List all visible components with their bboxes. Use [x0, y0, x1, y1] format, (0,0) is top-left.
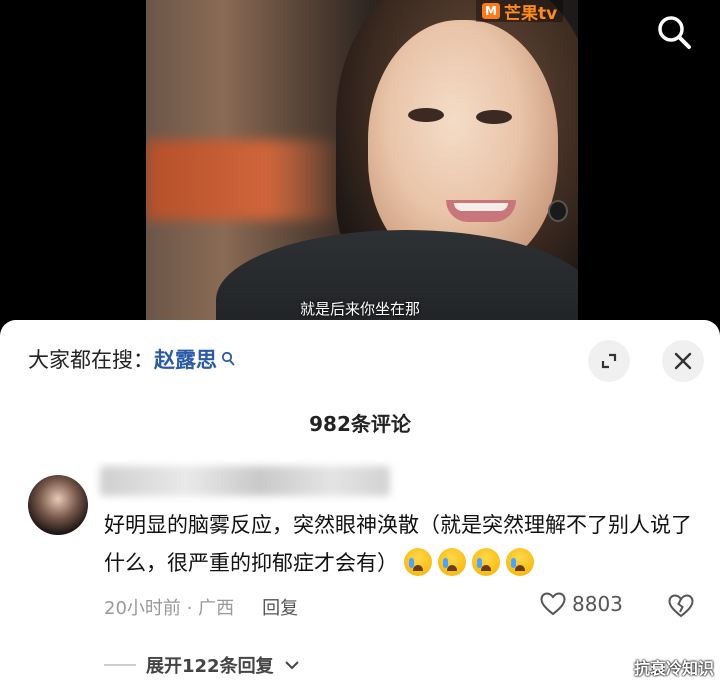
comment-sheet: 大家都在搜： 赵露思 982条评论 好明显的脑雾反应，突然眼神涣散（就是突然理解…	[0, 320, 720, 685]
video-frame	[146, 0, 578, 322]
comment-count: 982条评论	[309, 412, 411, 436]
chevron-down-icon	[284, 661, 299, 670]
video-subtitle: 就是后来你坐在那	[299, 300, 420, 318]
expand-button[interactable]	[588, 340, 630, 382]
meta-separator: ·	[186, 598, 193, 619]
trending-term[interactable]: 赵露思	[154, 344, 217, 374]
close-icon	[674, 352, 692, 370]
like-button[interactable]: 8803	[540, 592, 623, 616]
comment-text: 好明显的脑雾反应，突然眼神涣散（就是突然理解不了别人说了什么，很严重的抑郁症才会…	[104, 513, 692, 575]
crying-emoji-icon	[506, 548, 534, 576]
crying-emoji-icon	[472, 548, 500, 576]
dislike-button[interactable]	[668, 594, 694, 622]
heart-icon	[540, 592, 566, 616]
divider-line	[104, 664, 136, 666]
video-player[interactable]: M 芒果tv 就是后来你坐在那	[0, 0, 720, 330]
like-count: 8803	[572, 592, 623, 616]
trending-label: 大家都在搜：	[28, 348, 154, 372]
comment-location: 广西	[198, 598, 235, 619]
crying-emoji-icon	[438, 548, 466, 576]
avatar[interactable]	[28, 475, 88, 535]
blurred-username[interactable]	[100, 466, 390, 496]
broken-heart-icon	[668, 594, 694, 618]
trending-search[interactable]: 大家都在搜： 赵露思	[28, 344, 235, 374]
mango-icon: M	[482, 3, 500, 19]
comment-text-block: 好明显的脑雾反应，突然眼神涣散（就是突然理解不了别人说了什么，很严重的抑郁症才会…	[104, 506, 700, 582]
expand-replies-button[interactable]: 展开122条回复	[104, 652, 300, 678]
logo-text: 芒果tv	[504, 3, 558, 24]
channel-logo: M 芒果tv	[476, 0, 564, 24]
expand-replies-label: 展开122条回复	[146, 656, 274, 677]
search-icon	[658, 16, 691, 49]
comment-time: 20小时前	[104, 598, 181, 619]
watermark: 抗衰冷知识	[633, 659, 714, 678]
close-button[interactable]	[662, 340, 704, 382]
search-button[interactable]	[652, 10, 696, 54]
comment-meta: 20小时前 · 广西 回复	[104, 594, 298, 620]
expand-icon	[601, 353, 617, 369]
small-search-icon	[221, 351, 235, 367]
reply-button[interactable]: 回复	[262, 594, 298, 620]
crying-emoji-icon	[404, 548, 432, 576]
